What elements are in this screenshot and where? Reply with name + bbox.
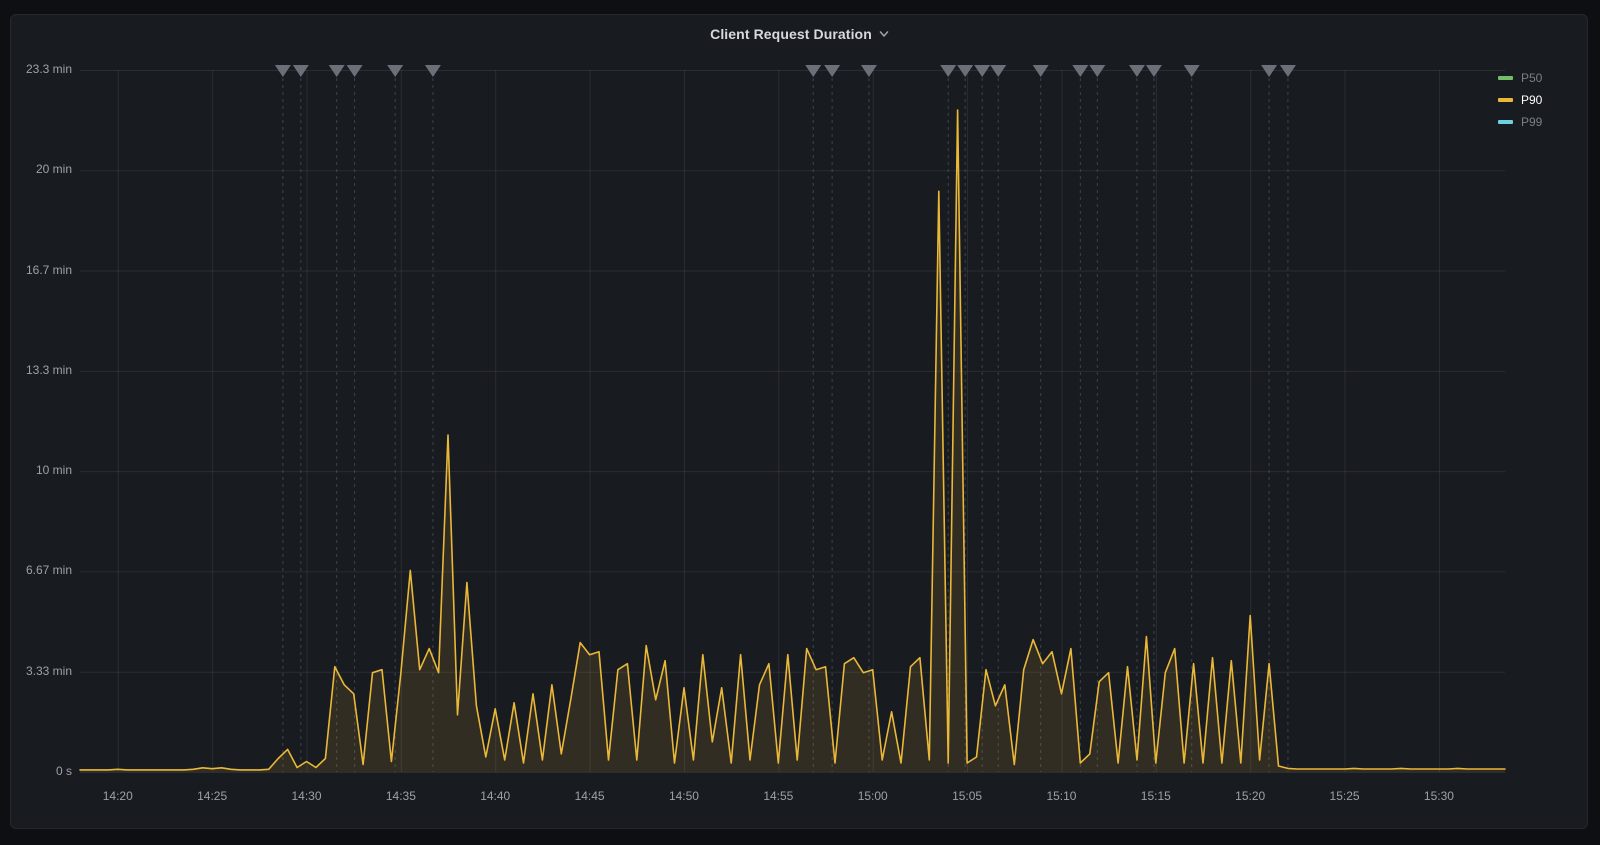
y-axis-tick-label: 23.3 min: [25, 62, 72, 76]
x-axis-tick-label: 14:30: [291, 789, 322, 803]
y-axis-tick-label: 10 min: [35, 463, 72, 478]
y-axis-tick-label: 0 s: [55, 764, 72, 778]
y-axis-tick-label: 3.33 min: [25, 663, 72, 678]
legend-label: P99: [1521, 115, 1543, 129]
grid: [80, 70, 1505, 773]
y-axis-tick-label: 20 min: [35, 162, 72, 177]
legend-item-p90[interactable]: P90: [1498, 93, 1542, 107]
time-series-chart[interactable]: [0, 0, 1600, 845]
x-axis-tick-label: 14:20: [102, 789, 133, 803]
chevron-down-icon: [879, 31, 889, 37]
x-axis-tick-label: 15:00: [857, 789, 888, 803]
p90-series-line: [79, 109, 1506, 771]
legend-item-p50[interactable]: P50: [1498, 71, 1542, 85]
panel-title[interactable]: Client Request Duration: [710, 26, 872, 42]
y-axis-tick-label: 16.7 min: [25, 262, 72, 277]
x-axis-tick-label: 15:25: [1329, 789, 1360, 803]
x-axis-tick-label: 14:55: [763, 789, 794, 803]
x-axis-tick-label: 14:50: [668, 789, 699, 803]
legend-label: P50: [1521, 71, 1543, 85]
x-axis-tick-label: 15:30: [1423, 789, 1454, 803]
x-axis-tick-label: 15:10: [1046, 789, 1077, 803]
legend-swatch-icon: [1498, 76, 1513, 80]
panel-header[interactable]: Client Request Duration: [10, 18, 1590, 50]
x-axis-tick-label: 14:40: [480, 789, 511, 803]
legend-swatch-icon: [1498, 120, 1513, 124]
legend-label: P90: [1521, 93, 1543, 107]
x-axis-tick-label: 14:45: [574, 789, 605, 803]
x-axis-tick-label: 15:15: [1140, 789, 1171, 803]
y-axis-tick-label: 13.3 min: [25, 362, 72, 377]
legend-swatch-icon: [1498, 98, 1513, 102]
x-axis-tick-label: 15:05: [952, 789, 983, 803]
x-axis-tick-label: 14:25: [197, 789, 228, 803]
legend-item-p99[interactable]: P99: [1498, 115, 1542, 129]
x-axis-tick-label: 15:20: [1235, 789, 1266, 803]
dashboard: Client Request Duration 0 s 3.33 min 6.67 …: [0, 0, 1600, 845]
legend: P50 P90 P99: [1498, 71, 1542, 129]
x-axis-tick-label: 14:35: [385, 789, 416, 803]
y-axis-tick-label: 6.67 min: [25, 563, 72, 578]
